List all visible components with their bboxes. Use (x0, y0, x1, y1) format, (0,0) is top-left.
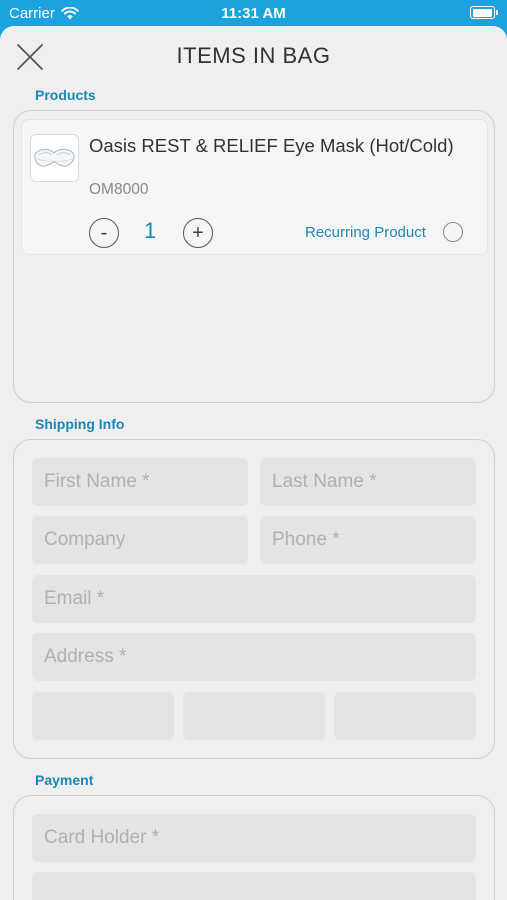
products-panel: Oasis REST & RELIEF Eye Mask (Hot/Cold) … (13, 110, 495, 403)
product-name: Oasis REST & RELIEF Eye Mask (Hot/Cold) (89, 135, 454, 156)
eye-mask-image (31, 135, 78, 181)
last-name-field[interactable] (260, 458, 476, 506)
recurring-product-label[interactable]: Recurring Product (305, 224, 426, 241)
products-section-label: Products (35, 87, 96, 103)
minus-icon: - (100, 222, 108, 244)
state-field[interactable] (183, 692, 325, 740)
payment-section-label: Payment (35, 772, 94, 788)
status-time: 11:31 AM (221, 5, 286, 22)
status-bar: Carrier 11:31 AM (0, 0, 507, 26)
zip-field[interactable] (334, 692, 476, 740)
product-card: Oasis REST & RELIEF Eye Mask (Hot/Cold) … (21, 119, 488, 255)
email-field[interactable] (32, 575, 476, 623)
product-thumbnail (30, 134, 79, 182)
company-field[interactable] (32, 516, 248, 564)
card-number-field[interactable] (32, 872, 476, 900)
recurring-product-radio[interactable] (443, 222, 463, 242)
product-sku: OM8000 (89, 181, 149, 198)
phone-field[interactable] (260, 516, 476, 564)
plus-icon: + (192, 222, 204, 244)
items-in-bag-sheet: ITEMS IN BAG Products Oasis REST & RELIE… (0, 26, 507, 900)
battery-fill (472, 8, 492, 17)
card-holder-field[interactable] (32, 814, 476, 862)
address-field[interactable] (32, 633, 476, 681)
first-name-field[interactable] (32, 458, 248, 506)
increment-quantity-button[interactable]: + (183, 218, 213, 248)
battery-icon (470, 6, 498, 19)
quantity-value: 1 (144, 218, 157, 243)
city-field[interactable] (32, 692, 174, 740)
decrement-quantity-button[interactable]: - (89, 218, 119, 248)
page-title: ITEMS IN BAG (176, 43, 331, 68)
shipping-section-label: Shipping Info (35, 416, 125, 432)
